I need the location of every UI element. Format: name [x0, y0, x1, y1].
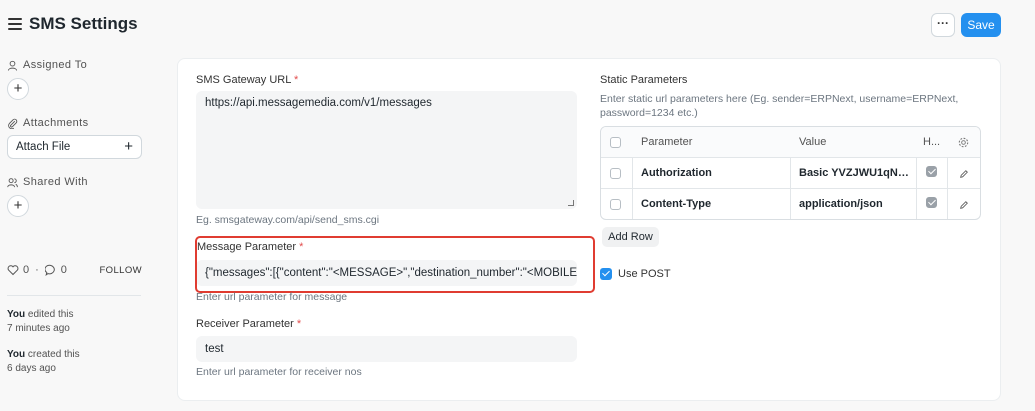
activity-item: You created this 6 days ago: [7, 349, 80, 374]
column-header-header: H...: [923, 136, 941, 148]
receiver-param-hint: Enter url parameter for receiver nos: [196, 366, 362, 378]
param-value-cell[interactable]: Basic YVZJWU1qNUkdN: [799, 158, 911, 189]
comment-count: 0: [60, 264, 67, 276]
table-row[interactable]: Authorization Basic YVZJWU1qNUkdN: [601, 158, 980, 189]
like-count: 0: [23, 264, 30, 276]
sidebar-divider: [7, 295, 141, 296]
header-checkbox[interactable]: [926, 166, 937, 177]
gateway-url-label: SMS Gateway URL *: [196, 74, 299, 86]
static-params-hint: Enter static url parameters here (Eg. se…: [600, 93, 959, 119]
column-header-parameter: Parameter: [641, 136, 693, 148]
users-icon: [7, 177, 18, 187]
edit-icon[interactable]: [959, 169, 969, 179]
top-bar: SMS Settings ··· Save: [0, 0, 1035, 50]
save-button[interactable]: Save: [961, 13, 1001, 37]
heart-icon[interactable]: [7, 264, 19, 276]
gateway-url-input[interactable]: https://api.messagemedia.com/v1/messages: [196, 91, 577, 209]
use-post-checkbox[interactable]: [600, 268, 612, 280]
page-title: SMS Settings: [29, 14, 138, 33]
assigned-to-label: Assigned To: [7, 59, 87, 71]
param-name-cell[interactable]: Content-Type: [641, 189, 786, 219]
receiver-param-input[interactable]: test: [196, 336, 577, 362]
row-checkbox[interactable]: [610, 168, 621, 179]
use-post-label: Use POST: [618, 268, 671, 280]
attachments-label: Attachments: [7, 117, 89, 129]
attach-file-button[interactable]: Attach File +: [7, 135, 142, 159]
param-value-cell[interactable]: application/json: [799, 189, 911, 219]
activity-item: You edited this 7 minutes ago: [7, 309, 74, 334]
user-icon: [7, 60, 18, 71]
gear-icon[interactable]: [958, 137, 969, 148]
edit-icon[interactable]: [959, 200, 969, 210]
static-params-label: Static Parameters: [600, 74, 688, 86]
more-actions-button[interactable]: ···: [931, 13, 955, 37]
plus-icon: +: [124, 138, 133, 155]
select-all-checkbox[interactable]: [610, 137, 621, 148]
param-name-cell[interactable]: Authorization: [641, 158, 786, 189]
table-header-row: Parameter Value H...: [601, 127, 980, 158]
stats-separator: ·: [35, 264, 39, 276]
static-params-table: Parameter Value H... Authorization Basic…: [600, 126, 981, 220]
comment-icon[interactable]: [44, 264, 57, 276]
follow-button[interactable]: FOLLOW: [99, 265, 142, 276]
engagement-stats: 0 · 0 FOLLOW: [7, 264, 142, 276]
add-share-button[interactable]: +: [7, 195, 29, 217]
menu-icon[interactable]: [8, 18, 22, 30]
gateway-url-hint: Eg. smsgateway.com/api/send_sms.cgi: [196, 214, 380, 226]
receiver-param-label: Receiver Parameter *: [196, 318, 302, 330]
row-checkbox[interactable]: [610, 199, 621, 210]
table-row[interactable]: Content-Type application/json: [601, 189, 980, 219]
message-param-hint: Enter url parameter for message: [196, 291, 348, 303]
header-checkbox[interactable]: [926, 197, 937, 208]
shared-with-label: Shared With: [7, 176, 88, 188]
column-header-value: Value: [799, 136, 827, 148]
paperclip-icon: [8, 118, 18, 129]
resize-handle[interactable]: [568, 200, 574, 206]
highlight-box: [195, 236, 595, 293]
add-row-button[interactable]: Add Row: [602, 227, 659, 247]
add-assignee-button[interactable]: +: [7, 78, 29, 100]
